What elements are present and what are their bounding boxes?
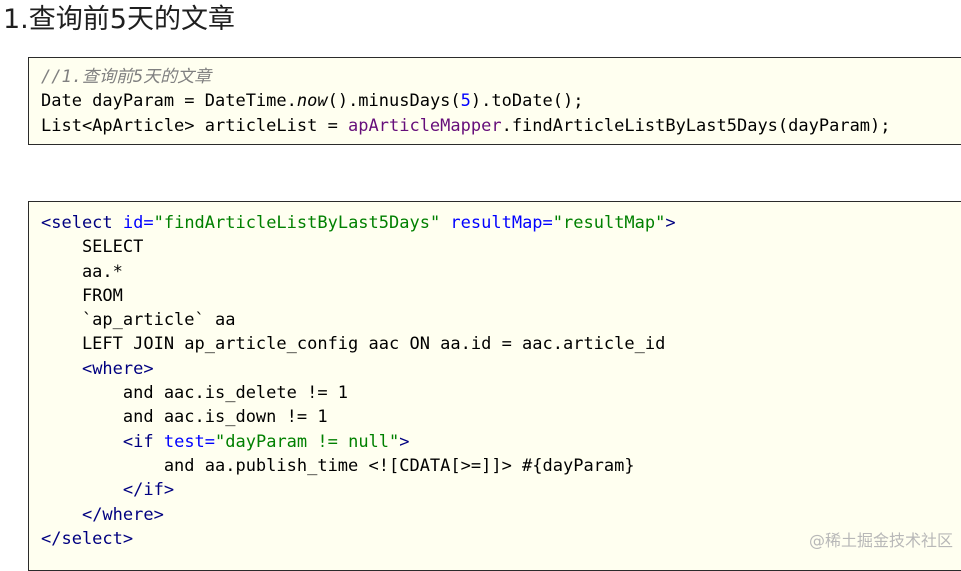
sql-line: and aac.is_delete != 1 (41, 383, 349, 404)
if-open-line: <if test="dayParam != null"> (122, 431, 410, 452)
sql-line: and aa.publish_time <![CDATA[>=]]> #{day… (41, 455, 635, 476)
code-comment: //1.查询前5天的文章 (41, 67, 212, 87)
now-method: now (296, 91, 328, 112)
sql-line: aa.* (41, 261, 123, 282)
select-open-line: <select id="findArticleListByLast5Days" … (41, 213, 676, 233)
section-heading: 1.查询前5天的文章 (3, 4, 235, 35)
code-line-articlelist: List<ApArticle> articleList = apArticleM… (41, 115, 891, 136)
xml-code-block: <select id="findArticleListByLast5Days" … (28, 201, 961, 571)
sql-line: LEFT JOIN ap_article_config aac ON aa.id… (41, 334, 666, 355)
sql-line: FROM (41, 285, 123, 306)
sql-line: `ap_article` aa (41, 310, 236, 331)
java-code-block: //1.查询前5天的文章 Date dayParam = DateTime.now… (28, 57, 961, 145)
java-code: //1.查询前5天的文章 Date dayParam = DateTime.now… (41, 65, 891, 138)
xml-code: <select id="findArticleListByLast5Days" … (41, 211, 676, 551)
where-close-line: </where> (81, 504, 164, 525)
code-line-dayparam: Date dayParam = DateTime.now().minusDays… (41, 91, 584, 112)
number-literal: 5 (460, 91, 471, 112)
select-close-line: </select> (41, 528, 134, 549)
watermark: @稀土掘金技术社区 (808, 531, 953, 550)
if-close-line: </if> (122, 480, 175, 501)
sql-line: SELECT (41, 237, 144, 258)
mapper-field: apArticleMapper (348, 115, 502, 136)
sql-line: and aac.is_down != 1 (41, 407, 328, 428)
where-open-line: <where> (81, 358, 154, 379)
